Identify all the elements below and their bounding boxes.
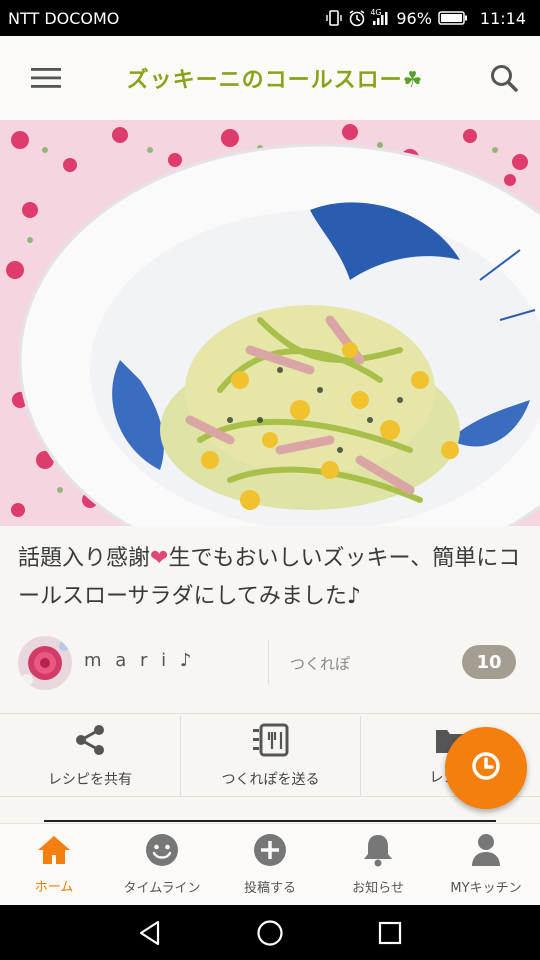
send-report-label: つくれぽを送る: [221, 772, 320, 788]
clover-icon: ☘: [402, 68, 424, 93]
nav-my-kitchen[interactable]: MYキッチン: [432, 824, 540, 905]
person-icon: [470, 833, 502, 871]
clock-time: 11:14: [479, 8, 526, 28]
nav-post[interactable]: 投稿する: [216, 824, 324, 905]
vibrate-icon: [326, 9, 343, 27]
avatar[interactable]: [18, 636, 72, 690]
nav-home[interactable]: ホーム: [0, 824, 108, 905]
carrier-name: NTT DOCOMO: [8, 8, 120, 28]
clock-icon: [469, 749, 503, 787]
search-icon[interactable]: [484, 58, 524, 98]
send-report-icon: [251, 723, 291, 761]
network-type: 4G: [370, 8, 382, 17]
heart-icon: ❤: [150, 546, 169, 571]
nav-timeline[interactable]: タイムライン: [108, 824, 216, 905]
page-title: ズッキーニのコールスロー☘: [126, 68, 424, 93]
send-report-button[interactable]: つくれぽを送る: [180, 716, 360, 796]
divider: [268, 640, 269, 684]
system-navigation-bar: [0, 905, 540, 960]
bell-icon: [362, 833, 394, 871]
share-icon: [73, 723, 107, 761]
smiley-icon: [145, 833, 179, 871]
divider: [0, 713, 540, 714]
author-row: m a r i ♪ つくれぽ 10: [0, 628, 540, 696]
recents-square-icon[interactable]: [330, 905, 450, 960]
bottom-navigation: ホーム タイムライン 投稿する お知らせ MYキッチン: [0, 823, 540, 905]
signal-icon: 4G: [370, 8, 390, 26]
recipe-photo[interactable]: [0, 120, 540, 526]
back-icon[interactable]: [90, 905, 210, 960]
battery-icon: [438, 11, 468, 25]
home-circle-icon[interactable]: [210, 905, 330, 960]
alarm-icon: [348, 9, 366, 27]
tsukurepo-count-badge[interactable]: 10: [462, 645, 516, 679]
nav-notifications[interactable]: お知らせ: [324, 824, 432, 905]
recipe-description: 話題入り感謝❤生でもおいしいズッキー、簡単にコールスローサラダにしてみました♪: [18, 546, 521, 609]
hamburger-menu-icon[interactable]: [26, 58, 66, 98]
plus-circle-icon: [253, 833, 287, 871]
author-name[interactable]: m a r i ♪: [84, 650, 195, 671]
scroll-indicator: [44, 820, 496, 822]
nav-my-kitchen-label: MYキッチン: [450, 881, 522, 896]
nav-timeline-label: タイムライン: [123, 881, 201, 896]
battery-percent: 96%: [396, 8, 432, 28]
app-bar: ズッキーニのコールスロー☘: [0, 36, 540, 120]
nav-home-label: ホーム: [34, 880, 74, 895]
status-icons: 4G 96% 11:14: [326, 8, 526, 28]
tsukurepo-label[interactable]: つくれぽ: [290, 653, 350, 674]
nav-notifications-label: お知らせ: [352, 881, 404, 896]
nav-post-label: 投稿する: [243, 881, 296, 896]
share-recipe-button[interactable]: レシピを共有: [0, 716, 180, 796]
share-recipe-label: レシピを共有: [48, 772, 132, 788]
timer-fab-button[interactable]: [445, 727, 527, 809]
home-icon: [36, 834, 72, 870]
status-bar: NTT DOCOMO 4G 96% 11:14: [0, 0, 540, 36]
